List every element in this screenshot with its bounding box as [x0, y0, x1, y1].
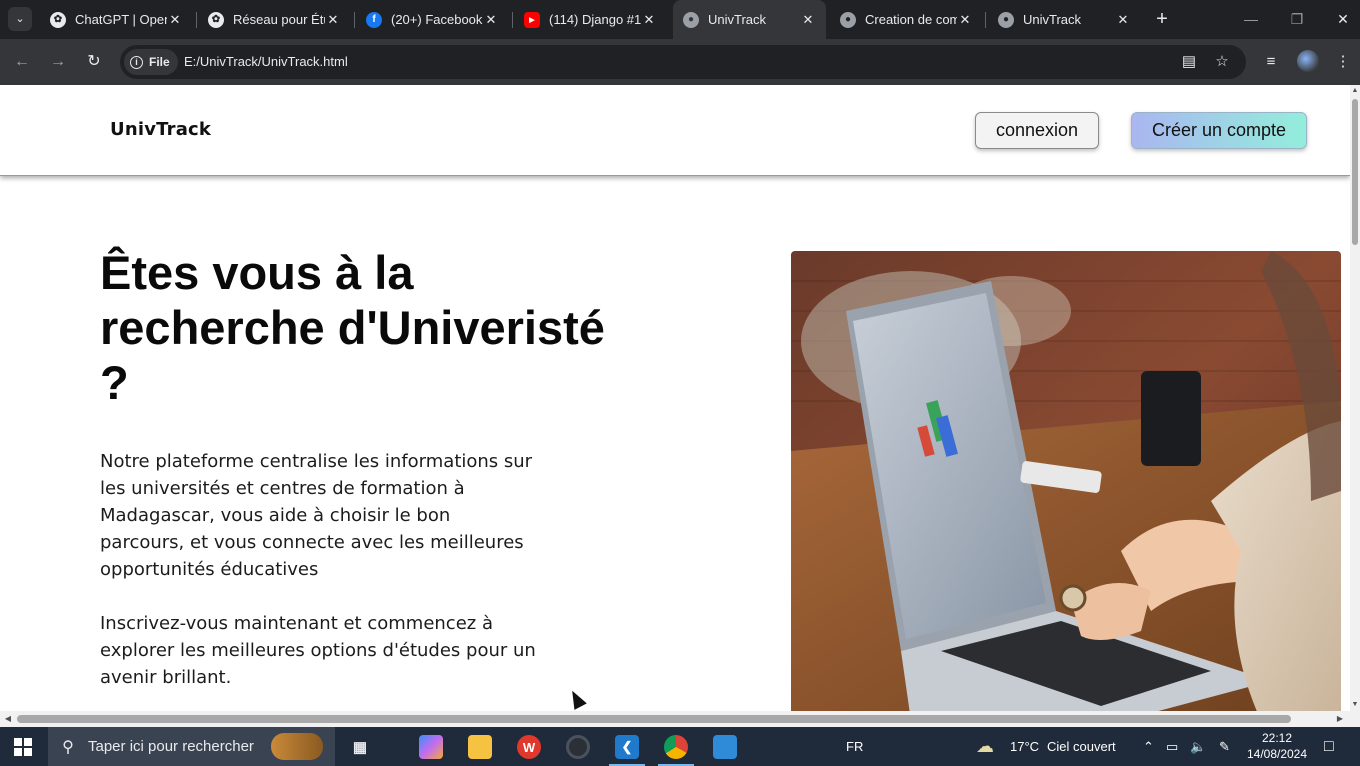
photos-icon[interactable] [713, 735, 737, 759]
browser-tab-chatgpt[interactable]: ✿ ChatGPT | OpenAI ✕ [40, 0, 193, 39]
weather-temperature[interactable]: 17°C [1010, 727, 1039, 766]
close-tab-icon[interactable]: ✕ [483, 12, 499, 28]
hero-paragraph-cta: Inscrivez-vous maintenant et commencez à… [100, 613, 536, 688]
browser-toolbar: ← → ↻ i File E:/UnivTrack/UnivTrack.html… [0, 39, 1360, 85]
tab-separator [512, 12, 513, 28]
kebab-menu-icon[interactable]: ⋮ [1332, 51, 1354, 73]
browser-tab-creation-compte[interactable]: ● Creation de compte ✕ [830, 0, 983, 39]
globe-icon: ● [683, 11, 699, 28]
windows-start-icon[interactable] [14, 738, 32, 756]
close-tab-icon[interactable]: ✕ [167, 12, 183, 28]
file-explorer-icon[interactable] [468, 735, 492, 759]
scroll-down-arrow-icon[interactable]: ▼ [1350, 699, 1360, 711]
tab-separator [985, 12, 986, 28]
tab-title: ChatGPT | OpenAI [75, 12, 167, 27]
tab-separator [354, 12, 355, 28]
hero-laptop-photo [791, 251, 1341, 711]
browser-tab-reseau[interactable]: ✿ Réseau pour Étudiants ✕ [198, 0, 351, 39]
show-hidden-icons-chevron-icon[interactable]: ⌃ [1143, 727, 1154, 766]
close-tab-icon[interactable]: ✕ [800, 12, 816, 28]
close-tab-icon[interactable]: ✕ [641, 12, 657, 28]
info-icon: i [130, 55, 143, 69]
minimize-icon[interactable]: — [1228, 0, 1274, 39]
restore-icon[interactable]: ❐ [1274, 0, 1320, 39]
taskbar-clock[interactable]: 22:12 14/08/2024 [1240, 730, 1314, 762]
speaker-icon[interactable]: 🔈 [1190, 727, 1206, 766]
battery-icon[interactable]: ▭ [1166, 727, 1178, 766]
close-tab-icon[interactable]: ✕ [325, 12, 341, 28]
task-view-icon[interactable]: ▦ [348, 735, 372, 759]
create-account-button[interactable]: Créer un compte [1131, 112, 1307, 149]
globe-icon: ● [998, 11, 1014, 28]
chrome-icon[interactable] [658, 735, 694, 766]
translate-icon[interactable]: ▤ [1179, 52, 1199, 72]
tab-separator [196, 12, 197, 28]
pen-icon[interactable]: ✎ [1219, 727, 1230, 766]
language-indicator[interactable]: FR [846, 727, 863, 766]
taskbar-search-box[interactable]: ⚲ Taper ici pour rechercher [48, 727, 335, 766]
horizontal-scrollbar[interactable]: ◀ ▶ [0, 711, 1360, 727]
tab-title: UnivTrack [708, 12, 767, 27]
browser-tab-strip: ⌄ ✿ ChatGPT | OpenAI ✕ ✿ Réseau pour Étu… [0, 0, 1360, 39]
tab-title: Creation de compte [865, 12, 957, 27]
tab-title: (20+) Facebook [391, 12, 483, 27]
clock-date: 14/08/2024 [1246, 747, 1308, 761]
hero-title: Êtes vous à la recherche d'Univeristé ? [100, 246, 605, 409]
site-info-chip-label: File [149, 55, 170, 69]
new-tab-plus-icon[interactable]: + [1151, 8, 1173, 30]
media-controls-icon[interactable]: ≡ [1260, 51, 1282, 73]
facebook-icon: f [366, 11, 382, 28]
vertical-scrollbar[interactable]: ▲ ▼ [1350, 85, 1360, 711]
scroll-left-arrow-icon[interactable]: ◀ [1, 711, 15, 727]
notification-center-icon[interactable]: □ [1324, 727, 1334, 766]
browser-tab-univtrack-active[interactable]: ● UnivTrack ✕ [673, 0, 826, 39]
search-highlight-image [271, 733, 323, 760]
login-button[interactable]: connexion [975, 112, 1099, 149]
address-url[interactable]: E:/UnivTrack/UnivTrack.html [184, 45, 348, 79]
address-bar[interactable]: i File E:/UnivTrack/UnivTrack.html ▤ ☆ [120, 45, 1246, 79]
close-tab-icon[interactable]: ✕ [1115, 12, 1131, 28]
scroll-up-arrow-icon[interactable]: ▲ [1350, 85, 1360, 97]
hero-paragraph-intro: Notre plateforme centralise les informat… [100, 451, 533, 580]
page-viewport: UnivTrack connexion Créer un compte Êtes… [0, 85, 1350, 711]
reload-icon[interactable]: ↻ [82, 50, 106, 74]
openai-icon: ✿ [50, 11, 66, 28]
taskbar-search-placeholder: Taper ici pour rechercher [88, 738, 254, 755]
obs-studio-icon[interactable] [566, 735, 590, 759]
windows-taskbar: ⚲ Taper ici pour rechercher ▦ W ❮ FR ☁ 1… [0, 727, 1360, 766]
vertical-scroll-thumb[interactable] [1352, 99, 1358, 245]
tab-title: (114) Django #1 [549, 12, 641, 27]
weather-cloud-icon[interactable]: ☁ [976, 727, 994, 766]
tab-title: Réseau pour Étudiants [233, 12, 325, 27]
profile-avatar[interactable] [1297, 50, 1319, 72]
search-icon: ⚲ [62, 738, 74, 756]
clock-time: 22:12 [1261, 731, 1293, 745]
globe-icon: ● [840, 11, 856, 28]
youtube-icon: ▶ [524, 11, 540, 28]
scroll-right-arrow-icon[interactable]: ▶ [1333, 711, 1347, 727]
site-logo[interactable]: UnivTrack [110, 119, 211, 140]
tab-title: UnivTrack [1023, 12, 1082, 27]
horizontal-scroll-thumb[interactable] [17, 715, 1291, 723]
browser-tab-univtrack[interactable]: ● UnivTrack ✕ [988, 0, 1141, 39]
openai-icon: ✿ [208, 11, 224, 28]
close-tab-icon[interactable]: ✕ [957, 12, 973, 28]
browser-tab-youtube[interactable]: ▶ (114) Django #1 ✕ [514, 0, 667, 39]
tab-search-chevron-icon[interactable]: ⌄ [8, 7, 32, 31]
wps-office-icon[interactable]: W [517, 735, 541, 759]
site-header: UnivTrack connexion Créer un compte [0, 85, 1350, 176]
forward-arrow-icon[interactable]: → [46, 50, 70, 74]
browser-tab-facebook[interactable]: f (20+) Facebook ✕ [356, 0, 509, 39]
close-window-icon[interactable]: ✕ [1320, 0, 1360, 39]
bookmark-star-icon[interactable]: ☆ [1212, 52, 1232, 72]
site-info-chip[interactable]: i File [124, 49, 178, 75]
vscode-icon[interactable]: ❮ [609, 735, 645, 766]
weather-condition[interactable]: Ciel couvert [1047, 727, 1116, 766]
back-arrow-icon[interactable]: ← [10, 50, 34, 74]
copilot-icon[interactable] [419, 735, 443, 759]
